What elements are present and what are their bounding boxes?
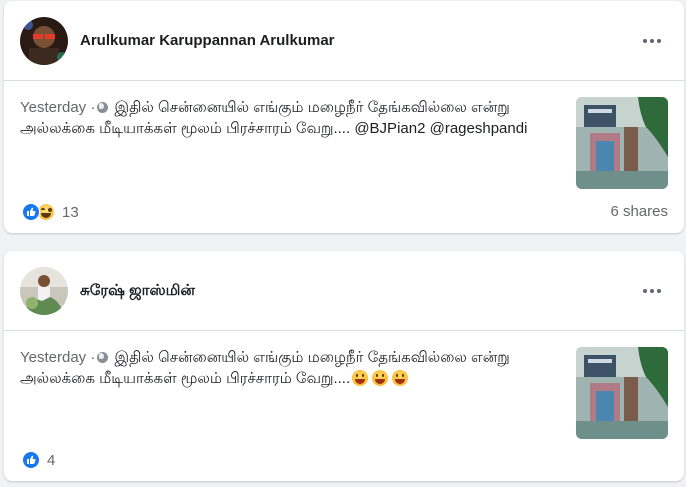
mention-link[interactable]: @BJPian2	[354, 120, 425, 137]
post-timestamp[interactable]: Yesterday	[20, 99, 86, 116]
reactions-summary[interactable]: 4	[22, 451, 55, 469]
dot-icon	[643, 289, 647, 293]
separator: ·	[90, 99, 96, 116]
author-name[interactable]: Arulkumar Karuppannan Arulkumar	[80, 32, 335, 49]
post-image-thumbnail[interactable]	[576, 97, 668, 189]
grinning-face-icon	[392, 370, 409, 386]
more-options-button[interactable]	[640, 279, 664, 303]
author-avatar[interactable]	[20, 267, 68, 315]
author-avatar[interactable]	[20, 17, 68, 65]
post-timestamp[interactable]: Yesterday	[20, 349, 86, 366]
shares-count[interactable]: 6 shares	[610, 203, 668, 220]
reaction-count: 13	[62, 203, 79, 221]
post-header: Arulkumar Karuppannan Arulkumar	[4, 1, 684, 81]
author-name[interactable]: சுரேஷ் ஜாஸ்மின்	[80, 282, 195, 301]
post-card: Arulkumar Karuppannan Arulkumar Yesterda…	[4, 1, 684, 233]
post-card: சுரேஷ் ஜாஸ்மின் Yesterday · இதில் சென்னை…	[4, 251, 684, 481]
post-text: Yesterday · இதில் சென்னையில் எங்கும் மழை…	[20, 97, 566, 139]
reaction-count: 4	[47, 451, 56, 469]
grinning-face-icon	[372, 370, 389, 386]
dot-icon	[643, 39, 647, 43]
dot-icon	[650, 289, 654, 293]
like-reaction-icon	[22, 203, 40, 221]
post-header: சுரேஷ் ஜாஸ்மின்	[4, 251, 684, 331]
post-image-thumbnail[interactable]	[576, 347, 668, 439]
grinning-face-icon	[352, 370, 369, 386]
mention-link[interactable]: @rageshpandi	[430, 120, 528, 137]
more-options-button[interactable]	[640, 29, 664, 53]
dot-icon	[657, 289, 661, 293]
post-text: Yesterday · இதில் சென்னையில் எங்கும் மழை…	[20, 347, 566, 389]
globe-icon	[97, 352, 109, 363]
like-reaction-icon	[22, 451, 40, 469]
separator: ·	[90, 349, 96, 366]
reactions-summary[interactable]: 13	[22, 203, 79, 221]
globe-icon	[97, 102, 109, 113]
dot-icon	[650, 39, 654, 43]
dot-icon	[657, 39, 661, 43]
